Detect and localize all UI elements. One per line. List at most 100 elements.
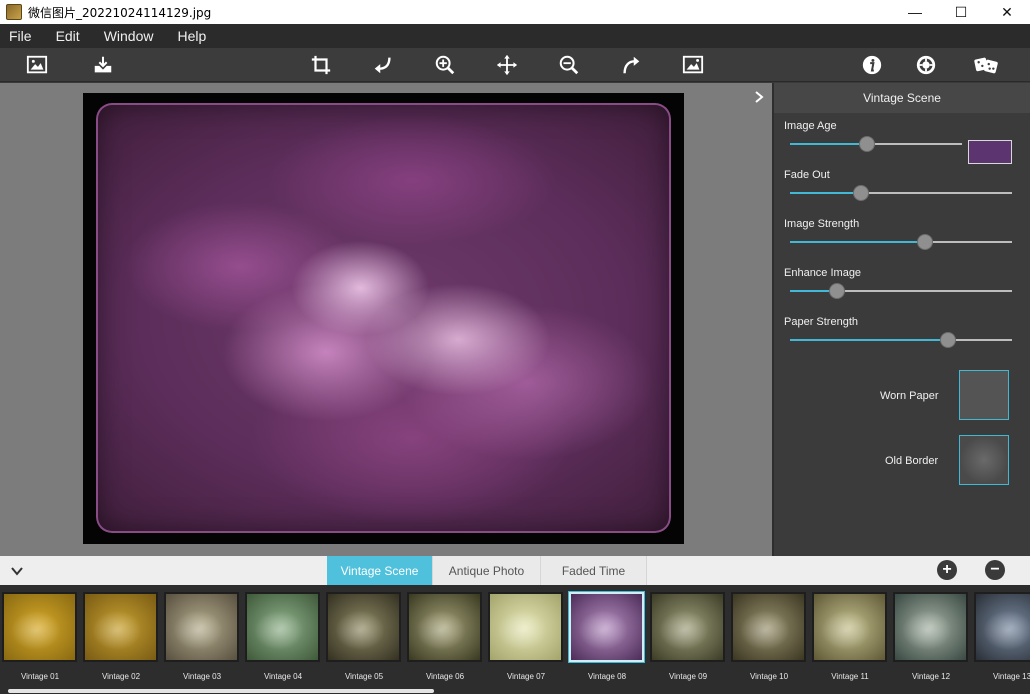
slider-thumb[interactable] (828, 283, 845, 299)
preset-thumbnail[interactable]: Vintage 12 (892, 590, 968, 681)
preset-thumbnail[interactable]: Vintage 05 (325, 590, 401, 681)
crop-button[interactable] (308, 53, 334, 77)
slider-thumb[interactable] (859, 136, 876, 152)
preset-thumbnail[interactable]: Vintage 11 (811, 590, 887, 681)
close-button[interactable]: ✕ (984, 0, 1030, 24)
slider-label: Enhance Image (784, 267, 862, 279)
pan-button[interactable] (494, 53, 520, 77)
preset-thumbnail[interactable]: Vintage 07 (487, 590, 563, 681)
export-button[interactable] (90, 53, 116, 77)
add-preset-button[interactable]: + (937, 560, 957, 580)
zoom-out-button[interactable] (556, 53, 582, 77)
preset-preview-image (245, 592, 320, 662)
menu-bar: File Edit Window Help (0, 24, 1030, 48)
zoom-in-button[interactable] (432, 53, 458, 77)
collapse-presets-button[interactable] (8, 562, 26, 580)
toolbar (0, 48, 1030, 82)
canvas-area (0, 83, 772, 556)
rotate-right-button[interactable] (618, 53, 644, 77)
preset-thumbnail[interactable]: Vintage 04 (244, 590, 320, 681)
preset-label: Vintage 13 (992, 672, 1030, 681)
slider-label: Image Age (784, 120, 837, 132)
slider-track[interactable] (790, 332, 1012, 348)
rotate-left-icon (374, 57, 391, 74)
preset-label: Vintage 03 (182, 672, 222, 681)
rotate-right-icon (623, 56, 640, 74)
tab-antique-photo[interactable]: Antique Photo (433, 556, 541, 585)
slider-track[interactable] (790, 234, 1012, 250)
title-bar: 微信图片_20221024114129.jpg — ☐ ✕ (0, 0, 1030, 24)
remove-preset-button[interactable]: − (985, 560, 1005, 580)
preset-label: Vintage 05 (344, 672, 384, 681)
tab-vintage-scene[interactable]: Vintage Scene (327, 556, 433, 585)
slider-paper-strength: Paper Strength (784, 316, 1020, 348)
preset-label: Vintage 06 (425, 672, 465, 681)
open-image-icon (26, 55, 48, 74)
menu-help[interactable]: Help (168, 28, 215, 44)
preset-thumbnails: Vintage 01 Vintage 02 Vintage 03 Vintage 04… (0, 585, 1030, 694)
crop-icon (311, 55, 331, 75)
menu-window[interactable]: Window (95, 28, 163, 44)
preset-preview-image (2, 592, 77, 662)
preset-preview-image (974, 592, 1030, 662)
preset-preview-image (83, 592, 158, 662)
preset-label: Vintage 07 (506, 672, 546, 681)
rotate-left-button[interactable] (370, 53, 396, 77)
settings-button[interactable] (913, 53, 939, 77)
fit-image-button[interactable] (680, 53, 706, 77)
menu-file[interactable]: File (0, 28, 41, 44)
image-preview[interactable] (83, 93, 684, 544)
preset-thumbnail[interactable]: Vintage 09 (649, 590, 725, 681)
slider-thumb[interactable] (939, 332, 956, 348)
settings-icon (916, 55, 936, 75)
minus-icon: − (990, 561, 1000, 578)
preset-thumbnail[interactable]: Vintage 01 (1, 590, 77, 681)
preset-thumbnail[interactable]: Vintage 02 (82, 590, 158, 681)
slider-thumb[interactable] (853, 185, 870, 201)
maximize-button[interactable]: ☐ (938, 0, 984, 24)
slider-track[interactable] (790, 283, 1012, 299)
open-image-button[interactable] (24, 53, 50, 77)
minimize-button[interactable]: — (892, 0, 938, 24)
zoom-in-icon (435, 55, 455, 75)
tab-faded-time[interactable]: Faded Time (541, 556, 647, 585)
menu-edit[interactable]: Edit (47, 28, 89, 44)
preset-preview-image (812, 592, 887, 662)
export-icon (94, 56, 112, 73)
window-controls: — ☐ ✕ (892, 0, 1030, 24)
old-border-texture[interactable] (959, 435, 1009, 485)
age-color-swatch[interactable] (968, 140, 1012, 164)
chevron-down-icon (11, 567, 23, 576)
preset-label: Vintage 11 (831, 672, 869, 681)
panel-title: Vintage Scene (774, 83, 1030, 113)
slider-label: Image Strength (784, 218, 860, 230)
preset-preview-image (326, 592, 401, 662)
preset-label: Vintage 02 (101, 672, 141, 681)
info-button[interactable] (859, 53, 885, 77)
preset-label: Vintage 12 (911, 672, 951, 681)
slider-track[interactable] (790, 185, 1012, 201)
preset-preview-image (488, 592, 563, 662)
preset-thumbnail[interactable]: Vintage 13 (973, 590, 1030, 681)
slider-label: Fade Out (784, 169, 830, 181)
random-icon (974, 57, 998, 74)
panel-toggle-button[interactable] (750, 88, 768, 106)
worn-paper-texture[interactable] (959, 370, 1009, 420)
preset-thumbnail[interactable]: Vintage 08 (568, 590, 644, 681)
preset-thumbnail[interactable]: Vintage 06 (406, 590, 482, 681)
preset-label: Vintage 04 (263, 672, 303, 681)
fit-image-icon (682, 55, 704, 74)
preset-preview-image (650, 592, 725, 662)
slider-track[interactable] (790, 136, 962, 152)
info-icon (862, 55, 882, 75)
slider-thumb[interactable] (917, 234, 934, 250)
slider-label: Paper Strength (784, 316, 858, 328)
zoom-out-icon (559, 55, 579, 75)
slider-fill (790, 192, 862, 194)
preset-thumbnail[interactable]: Vintage 03 (163, 590, 239, 681)
horizontal-scrollbar[interactable] (8, 689, 434, 693)
random-button[interactable] (970, 53, 1002, 77)
preset-thumbnail[interactable]: Vintage 10 (730, 590, 806, 681)
preset-label: Vintage 08 (587, 672, 627, 681)
preset-preview-image (407, 592, 482, 662)
